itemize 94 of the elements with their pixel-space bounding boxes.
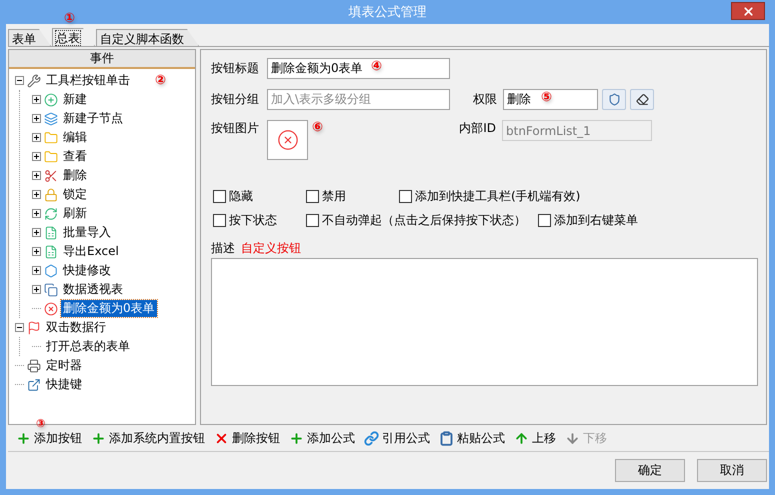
tree-item[interactable]: 快捷键 <box>44 376 84 393</box>
checkbox-option[interactable]: 禁用 <box>306 188 387 204</box>
expand-toggle[interactable] <box>32 266 41 275</box>
external-link-icon <box>27 378 41 392</box>
annotation-marker: ⑥ <box>312 120 324 135</box>
checkbox-option[interactable]: 不自动弹起（点击之后保持按下状态） <box>306 212 526 228</box>
checkbox-option[interactable]: 添加到快捷工具栏(手机端有效) <box>399 188 580 204</box>
tree-item[interactable]: 新建子节点 <box>61 110 125 127</box>
window-title: 填表公式管理 <box>348 4 426 21</box>
checkbox-option[interactable]: 按下状态 <box>213 212 294 228</box>
tree-item[interactable]: 刷新 <box>61 205 89 222</box>
dialog-button[interactable]: 确定 <box>615 459 685 482</box>
field-label: 权限 <box>472 90 497 108</box>
tree-item[interactable]: 双击数据行 <box>44 319 108 336</box>
annotation-marker: ② <box>155 73 166 88</box>
tab[interactable]: 表单 <box>8 29 51 46</box>
eraser-button[interactable] <box>630 88 654 110</box>
expand-toggle[interactable] <box>32 247 41 256</box>
tree-header: 事件 <box>9 50 195 69</box>
spreadsheet-icon <box>44 244 58 258</box>
wrench-icon <box>27 74 41 88</box>
refresh-icon <box>44 206 58 220</box>
plus-icon <box>289 430 304 446</box>
toolbar-button[interactable]: 粘贴公式 <box>439 430 505 446</box>
tree-item[interactable]: 打开总表的表单 <box>44 338 132 355</box>
annotation-marker: ④ <box>371 58 382 74</box>
checkbox-option[interactable]: 添加到右键菜单 <box>538 212 638 228</box>
tree-item[interactable]: 定时器 <box>44 357 84 374</box>
toolbar-button[interactable]: 添加系统内置按钮 <box>91 430 205 446</box>
x-circle-icon <box>44 302 58 316</box>
close-button[interactable] <box>731 2 765 20</box>
annotation-marker: ① <box>64 11 76 26</box>
expand-toggle[interactable] <box>32 285 41 294</box>
shield-button[interactable] <box>602 88 626 110</box>
description-text: 自定义按钮 <box>241 240 301 257</box>
eraser-icon <box>636 92 648 106</box>
toolbar-button[interactable]: 删除按钮 <box>214 430 280 446</box>
tree-item[interactable]: 快捷修改 <box>61 262 113 279</box>
expand-toggle[interactable] <box>32 190 41 199</box>
annotation-marker: ③ <box>36 416 46 430</box>
plus-circle-icon <box>44 92 58 106</box>
expand-toggle[interactable] <box>32 209 41 218</box>
tree-item[interactable]: 工具栏按钮单击 <box>44 72 132 89</box>
shield-icon <box>608 92 620 106</box>
folder-icon <box>44 150 58 164</box>
layers-icon <box>44 112 58 126</box>
spreadsheet-icon <box>44 226 58 240</box>
flag-icon <box>27 320 41 334</box>
expand-toggle[interactable] <box>32 171 41 180</box>
expand-toggle[interactable] <box>32 114 41 123</box>
description-field[interactable] <box>211 258 758 386</box>
documents-icon <box>44 282 58 296</box>
field-label: 内部ID <box>458 120 496 137</box>
tree-item[interactable]: 导出Excel <box>61 243 121 260</box>
expand-toggle[interactable] <box>32 152 41 161</box>
delete-icon <box>44 168 58 182</box>
tab[interactable]: 总表 <box>52 28 95 46</box>
expand-toggle[interactable] <box>32 95 41 104</box>
expand-toggle[interactable] <box>32 228 41 237</box>
group-field[interactable]: 加入\表示多级分组 <box>267 88 450 110</box>
link-icon <box>364 430 379 446</box>
tree-item[interactable]: 批量导入 <box>61 224 113 241</box>
collapse-toggle[interactable] <box>15 76 24 85</box>
tree-item[interactable]: 查看 <box>61 148 89 165</box>
arrow-down-icon <box>565 430 580 446</box>
plus-icon <box>16 430 31 446</box>
lock-icon <box>44 188 58 202</box>
toolbar-button[interactable]: 上移 <box>514 430 556 446</box>
tree-item[interactable]: 删除金额为0表单 <box>61 300 157 317</box>
tree-item[interactable]: 锁定 <box>61 186 89 203</box>
tree-item[interactable]: 数据透视表 <box>61 281 125 298</box>
annotation-marker: ⑤ <box>541 90 552 104</box>
collapse-toggle[interactable] <box>15 323 24 332</box>
x-circle-icon <box>276 129 298 151</box>
hexagon-icon <box>44 264 58 278</box>
checkbox-option[interactable]: 隐藏 <box>213 188 294 204</box>
plus-icon <box>91 430 106 446</box>
close-icon <box>742 4 754 18</box>
dialog-button[interactable]: 取消 <box>697 459 767 482</box>
tree-item[interactable]: 编辑 <box>61 129 89 146</box>
toolbar-button[interactable]: 添加公式 <box>289 430 355 446</box>
expand-toggle[interactable] <box>32 133 41 142</box>
toolbar-button[interactable]: 引用公式 <box>364 430 430 446</box>
field-label: 按钮分组 <box>211 90 260 108</box>
field-label: 按钮标题 <box>211 60 260 76</box>
field-label: 按钮图片 <box>211 120 260 137</box>
folder-icon <box>44 130 58 144</box>
field-label: 描述 <box>211 240 235 257</box>
image-box[interactable] <box>267 120 308 160</box>
tab[interactable]: 自定义脚本函数 <box>96 29 199 46</box>
printer-icon <box>27 358 41 372</box>
tree-item[interactable]: 新建 <box>61 91 89 108</box>
tree-item[interactable]: 删除 <box>61 167 89 184</box>
clipboard-icon <box>439 430 454 446</box>
